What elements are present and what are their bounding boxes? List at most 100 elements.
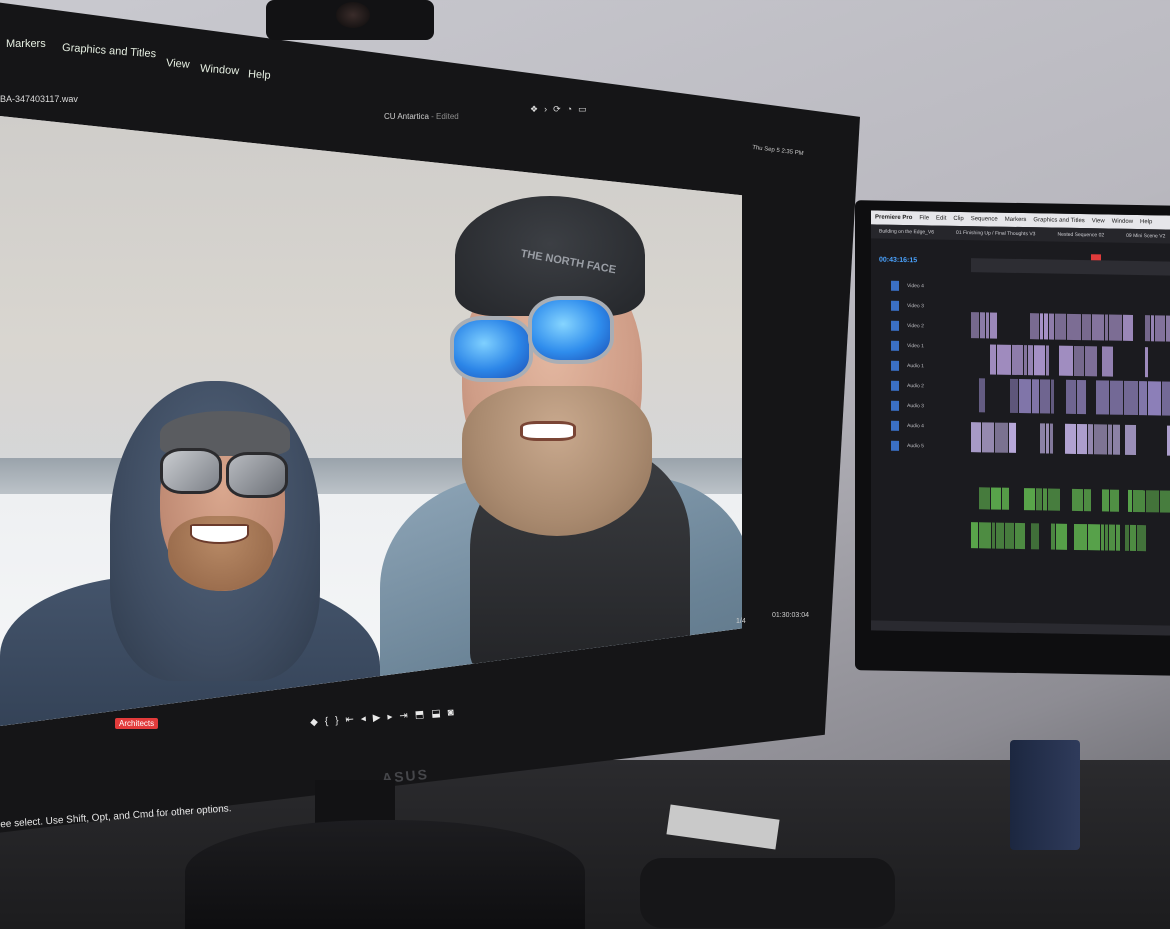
timeline-clip[interactable] [1051, 379, 1054, 414]
timeline-clip[interactable] [979, 487, 990, 510]
menu-markers[interactable]: Markers [1005, 217, 1027, 223]
timeline-clip[interactable] [1077, 423, 1087, 455]
timeline-clip[interactable] [1105, 524, 1108, 551]
playhead[interactable] [1091, 254, 1101, 261]
track-target-toggle[interactable] [891, 440, 899, 451]
chevron-icon[interactable]: › [544, 104, 553, 114]
timeline-clip[interactable] [1040, 379, 1050, 414]
playback-resolution[interactable]: 1/4 [736, 618, 746, 625]
timeline-clip[interactable] [986, 312, 989, 339]
dropbox-icon[interactable]: ❖ [530, 104, 544, 114]
menu-premiere[interactable]: Premiere Pro [875, 214, 912, 221]
timeline-clip[interactable] [1139, 381, 1147, 416]
timeline-clip[interactable] [1137, 525, 1146, 552]
track-header[interactable]: Video 1 [877, 337, 965, 357]
track-target-toggle[interactable] [891, 300, 899, 311]
track-header[interactable]: Audio 3 [877, 397, 965, 417]
timeline-clip[interactable] [1050, 423, 1053, 454]
menu-help[interactable]: Help [248, 68, 271, 82]
timeline-clip[interactable] [1088, 524, 1100, 551]
export-frame-icon[interactable]: ◙ [447, 707, 461, 719]
timeline-clip[interactable] [1130, 524, 1136, 552]
timeline-clip[interactable] [1040, 423, 1045, 454]
timeline-clip[interactable] [1077, 379, 1086, 415]
timeline-clip[interactable] [1085, 346, 1097, 377]
timeline-clip[interactable] [1005, 522, 1014, 549]
timeline-clip[interactable] [1088, 424, 1093, 455]
time-ruler[interactable] [971, 258, 1170, 276]
go-to-in-icon[interactable]: ⇤ [345, 714, 361, 726]
timeline-clip[interactable] [1065, 423, 1076, 454]
timeline-clip[interactable] [1102, 489, 1109, 512]
timeline-clip[interactable] [996, 522, 1004, 549]
timeline-clip[interactable] [982, 422, 994, 453]
timeline-clip[interactable] [1082, 314, 1091, 341]
timeline-clip[interactable] [1036, 488, 1042, 511]
timeline-clip[interactable] [1108, 424, 1112, 455]
timeline-clip[interactable] [1009, 422, 1016, 453]
menu-sequence[interactable]: Sequence [971, 216, 998, 222]
track-target-toggle[interactable] [891, 380, 899, 391]
menu-file[interactable]: File [919, 215, 929, 221]
timeline-clip[interactable] [1015, 522, 1025, 550]
timeline-clip[interactable] [1145, 315, 1150, 342]
timeline-clip[interactable] [990, 344, 996, 375]
track-header[interactable]: Audio 4 [877, 417, 965, 437]
timeline-clip[interactable] [1160, 490, 1170, 513]
battery-icon[interactable]: ▭ [578, 104, 593, 114]
timeline-clip[interactable] [1128, 489, 1132, 512]
timeline-clip[interactable] [1105, 314, 1108, 341]
timeline-clip[interactable] [1032, 379, 1039, 414]
timeline-clip[interactable] [1044, 313, 1048, 340]
timeline-clip[interactable] [1155, 315, 1165, 342]
timeline-clip[interactable] [1162, 381, 1170, 416]
menu-view[interactable]: View [166, 57, 190, 71]
timeline-clip[interactable] [1124, 380, 1138, 416]
timeline-clip[interactable] [971, 312, 979, 339]
track-header[interactable]: Video 4 [877, 277, 965, 297]
timeline-clip[interactable] [1109, 524, 1115, 551]
track-target-toggle[interactable] [891, 360, 899, 371]
program-timecode[interactable]: 01:30:03:04 [772, 612, 809, 619]
step-back-icon[interactable]: ◂ [360, 713, 373, 725]
timeline-clip[interactable] [979, 378, 985, 413]
extract-icon[interactable]: ⬓ [431, 708, 448, 720]
timeline-clip[interactable] [1028, 345, 1033, 376]
timeline-clip[interactable] [1110, 489, 1119, 512]
program-monitor-video[interactable]: THE NORTH FACE [0, 116, 742, 726]
play-icon[interactable]: ▶ [372, 712, 387, 724]
timeline-clip[interactable] [1067, 313, 1081, 341]
track-target-toggle[interactable] [891, 280, 899, 291]
timeline-clip[interactable] [1012, 344, 1023, 376]
track-header[interactable]: Audio 2 [877, 377, 965, 397]
timeline-clip[interactable] [971, 522, 978, 549]
menu-markers[interactable]: Markers [6, 38, 46, 50]
timeline-clip[interactable] [1116, 524, 1120, 551]
timeline-clip[interactable] [1055, 313, 1066, 340]
timeline-clip[interactable] [997, 344, 1011, 375]
timeline-clip[interactable] [1031, 523, 1039, 550]
timeline-clip[interactable] [1024, 345, 1027, 376]
wifi-icon[interactable]: ◔ [567, 104, 578, 114]
timeline-clip[interactable] [1096, 380, 1109, 415]
timeline-clip[interactable] [1024, 488, 1035, 511]
timeline-clip[interactable] [1151, 315, 1154, 342]
timeline-clip[interactable] [1002, 487, 1009, 510]
timeline-clip[interactable] [1110, 380, 1123, 415]
marker-label[interactable]: Architects [115, 718, 159, 729]
menu-edit[interactable]: Edit [936, 216, 946, 222]
timeline-clip[interactable] [1043, 488, 1047, 511]
add-marker-icon[interactable]: ◆ [310, 716, 325, 728]
track-header[interactable]: Audio 1 [877, 357, 965, 377]
timeline-clip[interactable] [1010, 378, 1018, 413]
track-target-toggle[interactable] [891, 420, 899, 431]
timeline-clip[interactable] [979, 522, 991, 549]
timeline-clip[interactable] [992, 522, 995, 549]
timeline-clip[interactable] [1019, 378, 1031, 414]
timeline-clip[interactable] [1125, 424, 1136, 456]
sync-icon[interactable]: ⟳ [553, 104, 567, 114]
timeline-clip[interactable] [1145, 347, 1148, 378]
timeline-clip[interactable] [1146, 490, 1159, 513]
track-target-toggle[interactable] [891, 400, 899, 411]
timeline-clip[interactable] [1059, 345, 1073, 376]
